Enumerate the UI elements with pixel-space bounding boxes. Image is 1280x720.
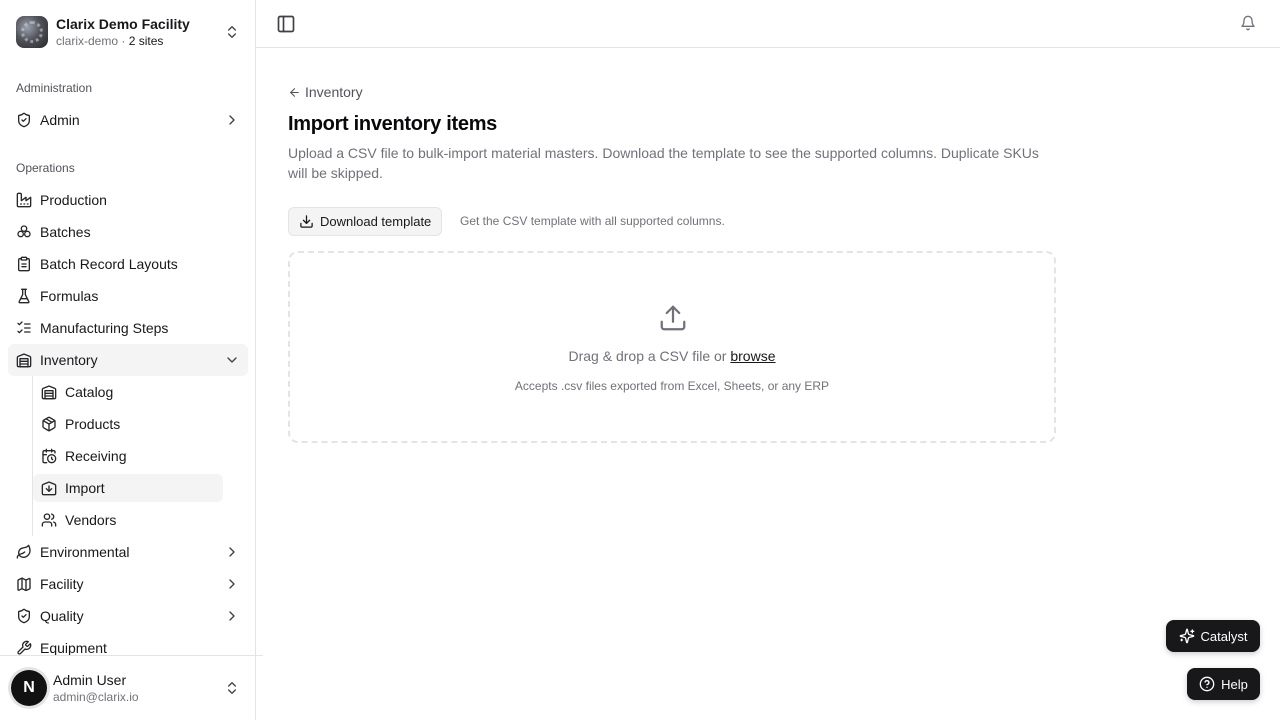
- catalyst-label: Catalyst: [1200, 628, 1248, 644]
- download-icon: [300, 215, 313, 228]
- upload-icon: [660, 305, 686, 331]
- nav-item-quality[interactable]: Quality: [8, 600, 248, 632]
- chevron-down-icon: [227, 357, 237, 363]
- warehouse-icon: [41, 385, 57, 400]
- list-checks-icon: [17, 321, 31, 334]
- subnav-item-label: Receiving: [65, 448, 127, 464]
- shield-check-icon: [18, 608, 30, 624]
- nav-item-inventory[interactable]: Inventory: [8, 344, 248, 376]
- chevron-right-icon: [229, 579, 235, 589]
- org-slug: clarix-demo: [56, 33, 119, 48]
- help-label: Help: [1221, 676, 1248, 692]
- catalyst-button[interactable]: Catalyst: [1166, 620, 1260, 652]
- nav-item-admin[interactable]: Admin: [8, 104, 248, 136]
- org-logo: [16, 16, 48, 48]
- section-label-operations: Operations: [16, 161, 75, 175]
- user-name: Admin User: [53, 671, 127, 688]
- arrow-left-icon: [290, 87, 299, 97]
- subnav-item-label: Vendors: [65, 512, 117, 528]
- back-link[interactable]: Inventory: [288, 84, 363, 100]
- chevron-right-icon: [229, 547, 235, 557]
- org-name: Clarix Demo Facility: [56, 15, 190, 32]
- download-hint: Get the CSV template with all supported …: [460, 214, 725, 228]
- nav-item-label: Formulas: [40, 288, 99, 304]
- subnav-item-label: Products: [65, 416, 121, 432]
- nav-item-label: Equipment: [40, 640, 107, 656]
- org-switcher[interactable]: Clarix Demo Facility clarix-demo · 2 sit…: [8, 8, 248, 56]
- leaf-icon: [16, 544, 31, 559]
- nav-item-formulas[interactable]: Formulas: [8, 280, 248, 312]
- section-label-administration: Administration: [16, 81, 93, 95]
- shield-check-icon: [18, 112, 30, 128]
- chevron-right-icon: [229, 611, 235, 621]
- package-icon: [42, 416, 56, 432]
- chevrons-up-down-icon: [228, 682, 236, 694]
- subnav-item-products[interactable]: Products: [33, 410, 223, 438]
- nav-item-label: Quality: [40, 608, 84, 624]
- page-description: Upload a CSV file to bulk-import materia…: [288, 145, 1039, 181]
- user-menu[interactable]: N Admin User admin@clarix.io: [8, 664, 248, 712]
- nav-item-production[interactable]: Production: [8, 184, 248, 216]
- warehouse-icon: [16, 353, 32, 368]
- chevron-right-icon: [229, 115, 235, 125]
- nav-item-batch-record-layouts[interactable]: Batch Record Layouts: [8, 248, 248, 280]
- chevrons-up-down-icon: [228, 26, 236, 38]
- bell-icon[interactable]: [1240, 15, 1256, 31]
- flask-icon: [18, 288, 30, 304]
- help-button[interactable]: Help: [1187, 668, 1260, 700]
- org-sites: 2 sites: [128, 33, 164, 48]
- import-icon: [41, 481, 57, 496]
- wrench-icon: [17, 640, 32, 655]
- subnav-item-label: Catalog: [65, 384, 114, 400]
- sidebar-footer-divider: [0, 655, 263, 656]
- user-email: admin@clarix.io: [53, 689, 139, 704]
- subnav-item-vendors[interactable]: Vendors: [33, 506, 223, 534]
- boxes-icon: [17, 225, 31, 238]
- back-link-label: Inventory: [305, 84, 363, 100]
- download-template-button[interactable]: Download template: [288, 207, 443, 236]
- download-template-label: Download template: [320, 214, 432, 229]
- calendar-clock-icon: [42, 448, 57, 464]
- org-subtitle: clarix-demo · 2 sites: [56, 33, 164, 48]
- subnav-item-label: Import: [65, 480, 105, 496]
- dropzone-subtext: Accepts .csv files exported from Excel, …: [514, 379, 830, 393]
- browse-link[interactable]: browse: [730, 348, 775, 364]
- nav-item-label: Facility: [40, 576, 84, 592]
- map-icon: [17, 577, 31, 592]
- nav-item-label: Manufacturing Steps: [40, 320, 169, 336]
- subnav-item-catalog[interactable]: Catalog: [33, 378, 223, 406]
- csv-dropzone[interactable]: Drag & drop a CSV file or browse Accepts…: [288, 251, 1056, 443]
- sparkles-icon: [1179, 628, 1194, 644]
- sidebar-toggle-icon[interactable]: [276, 14, 296, 34]
- factory-icon: [16, 192, 32, 208]
- nav-item-label: Admin: [40, 112, 80, 128]
- avatar: N: [11, 670, 47, 706]
- nav-item-batches[interactable]: Batches: [8, 216, 248, 248]
- nav-item-label: Batch Record Layouts: [40, 256, 178, 272]
- nav-item-manufacturing-steps[interactable]: Manufacturing Steps: [8, 312, 248, 344]
- top-bar: [256, 0, 1280, 48]
- nav-item-facility[interactable]: Facility: [8, 568, 248, 600]
- nav-item-label: Inventory: [40, 352, 98, 368]
- nav-item-label: Batches: [40, 224, 91, 240]
- page-title: Import inventory items: [288, 113, 497, 135]
- sidebar: Clarix Demo Facility clarix-demo · 2 sit…: [0, 0, 263, 720]
- subnav-item-import[interactable]: Import: [33, 474, 223, 502]
- clipboard-icon: [18, 256, 30, 272]
- help-circle-icon: [1199, 676, 1215, 692]
- nav-item-label: Environmental: [40, 544, 130, 560]
- users-icon: [41, 513, 57, 527]
- nav-item-environmental[interactable]: Environmental: [8, 536, 248, 568]
- dropzone-text: Drag & drop a CSV file or browse: [568, 348, 776, 364]
- subnav-item-receiving[interactable]: Receiving: [33, 442, 223, 470]
- nav-item-equipment[interactable]: Equipment: [8, 632, 248, 664]
- nav-item-label: Production: [40, 192, 107, 208]
